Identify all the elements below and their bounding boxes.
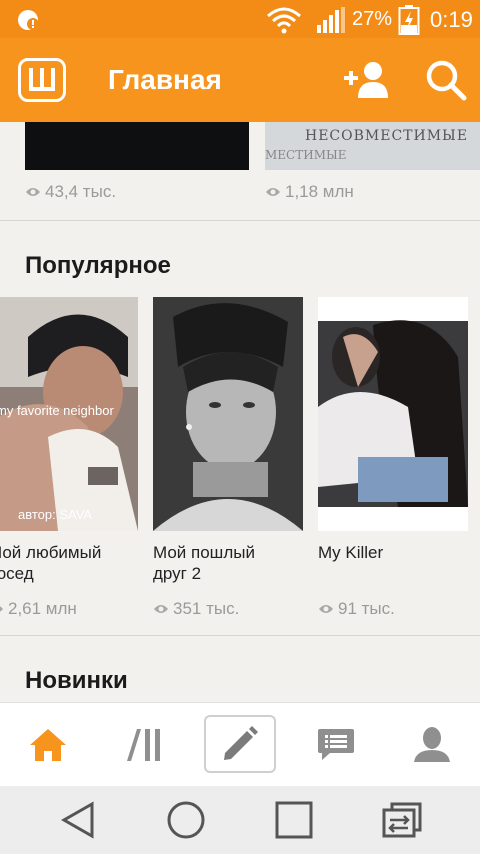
battery-percent: 27% bbox=[352, 8, 393, 30]
section-title-new: Новинки bbox=[25, 667, 128, 694]
eye-icon bbox=[319, 605, 333, 613]
add-user-button[interactable] bbox=[344, 60, 390, 100]
cover-author: автор: SAVA bbox=[18, 507, 92, 522]
story-card[interactable]: my favorite neighbor автор: SAVA Мой люб… bbox=[0, 297, 138, 627]
cover-caption: my favorite neighbor bbox=[0, 403, 114, 418]
page-title: Главная bbox=[108, 64, 222, 95]
home-circle-icon[interactable] bbox=[164, 800, 208, 840]
tab-library[interactable] bbox=[115, 717, 175, 773]
story-cover[interactable]: НЕСОВМЕСТИМЫЕ МЕСТИМЫЕ bbox=[265, 122, 480, 170]
wifi-icon bbox=[267, 7, 301, 34]
section-title-popular: Популярное bbox=[25, 252, 171, 279]
search-button[interactable] bbox=[424, 58, 468, 102]
eye-icon bbox=[154, 605, 168, 613]
story-cover[interactable] bbox=[153, 297, 303, 531]
eye-icon bbox=[0, 606, 3, 612]
views-count: 2,61 млн bbox=[0, 599, 77, 619]
story-cover[interactable] bbox=[25, 122, 249, 170]
messages-icon bbox=[318, 729, 354, 760]
story-title: Мой пошлый друг 2 bbox=[153, 543, 255, 583]
clock: 0:19 bbox=[430, 7, 473, 32]
divider bbox=[0, 635, 480, 636]
story-title: Мой любимый сосед bbox=[0, 543, 102, 583]
cover-image bbox=[153, 297, 303, 531]
logo-icon bbox=[29, 68, 55, 91]
cover-title: НЕСОВМЕСТИМЫЕ bbox=[305, 128, 469, 144]
tab-profile[interactable] bbox=[402, 717, 462, 773]
story-card[interactable]: My Killer 91 тыс. bbox=[318, 297, 468, 627]
back-icon[interactable] bbox=[56, 800, 100, 840]
tab-write[interactable] bbox=[204, 715, 276, 773]
add-user-icon bbox=[344, 62, 388, 98]
story-cover[interactable] bbox=[318, 297, 468, 531]
battery-charging-icon bbox=[398, 5, 420, 35]
views-count: 351 тыс. bbox=[153, 599, 239, 619]
views-count: 91 тыс. bbox=[318, 599, 395, 619]
signal-icon bbox=[317, 7, 345, 33]
write-icon bbox=[224, 726, 258, 760]
tab-home[interactable] bbox=[18, 717, 78, 773]
notification-icon bbox=[18, 10, 39, 30]
system-nav-bar bbox=[0, 786, 480, 854]
status-bar: 27% 0:19 bbox=[0, 0, 480, 38]
story-title: My Killer bbox=[318, 543, 384, 562]
story-cover[interactable]: my favorite neighbor автор: SAVA bbox=[0, 297, 138, 531]
views-count: 1,18 млн bbox=[265, 182, 354, 202]
bottom-tab-bar bbox=[0, 702, 480, 786]
tab-messages[interactable] bbox=[306, 717, 366, 773]
app-logo[interactable] bbox=[18, 58, 66, 102]
search-icon bbox=[426, 60, 467, 101]
divider bbox=[0, 220, 480, 221]
home-icon bbox=[30, 729, 66, 761]
cover-image bbox=[318, 297, 468, 531]
cover-image: my favorite neighbor автор: SAVA bbox=[0, 297, 138, 531]
eye-icon bbox=[266, 188, 280, 196]
views-count: 43,4 тыс. bbox=[25, 182, 116, 202]
eye-icon bbox=[26, 188, 40, 196]
cover-subtitle: МЕСТИМЫЕ bbox=[265, 148, 347, 162]
app-bar: Главная bbox=[0, 38, 480, 122]
main-feed[interactable]: НЕСОВМЕСТИМЫЕ МЕСТИМЫЕ 43,4 тыс. 1,18 мл… bbox=[0, 122, 480, 702]
recents-icon[interactable] bbox=[272, 800, 316, 840]
story-card[interactable]: Мой пошлый друг 2 351 тыс. bbox=[153, 297, 303, 627]
profile-icon bbox=[414, 727, 450, 762]
library-icon bbox=[127, 729, 160, 761]
switch-apps-icon[interactable] bbox=[380, 800, 424, 840]
